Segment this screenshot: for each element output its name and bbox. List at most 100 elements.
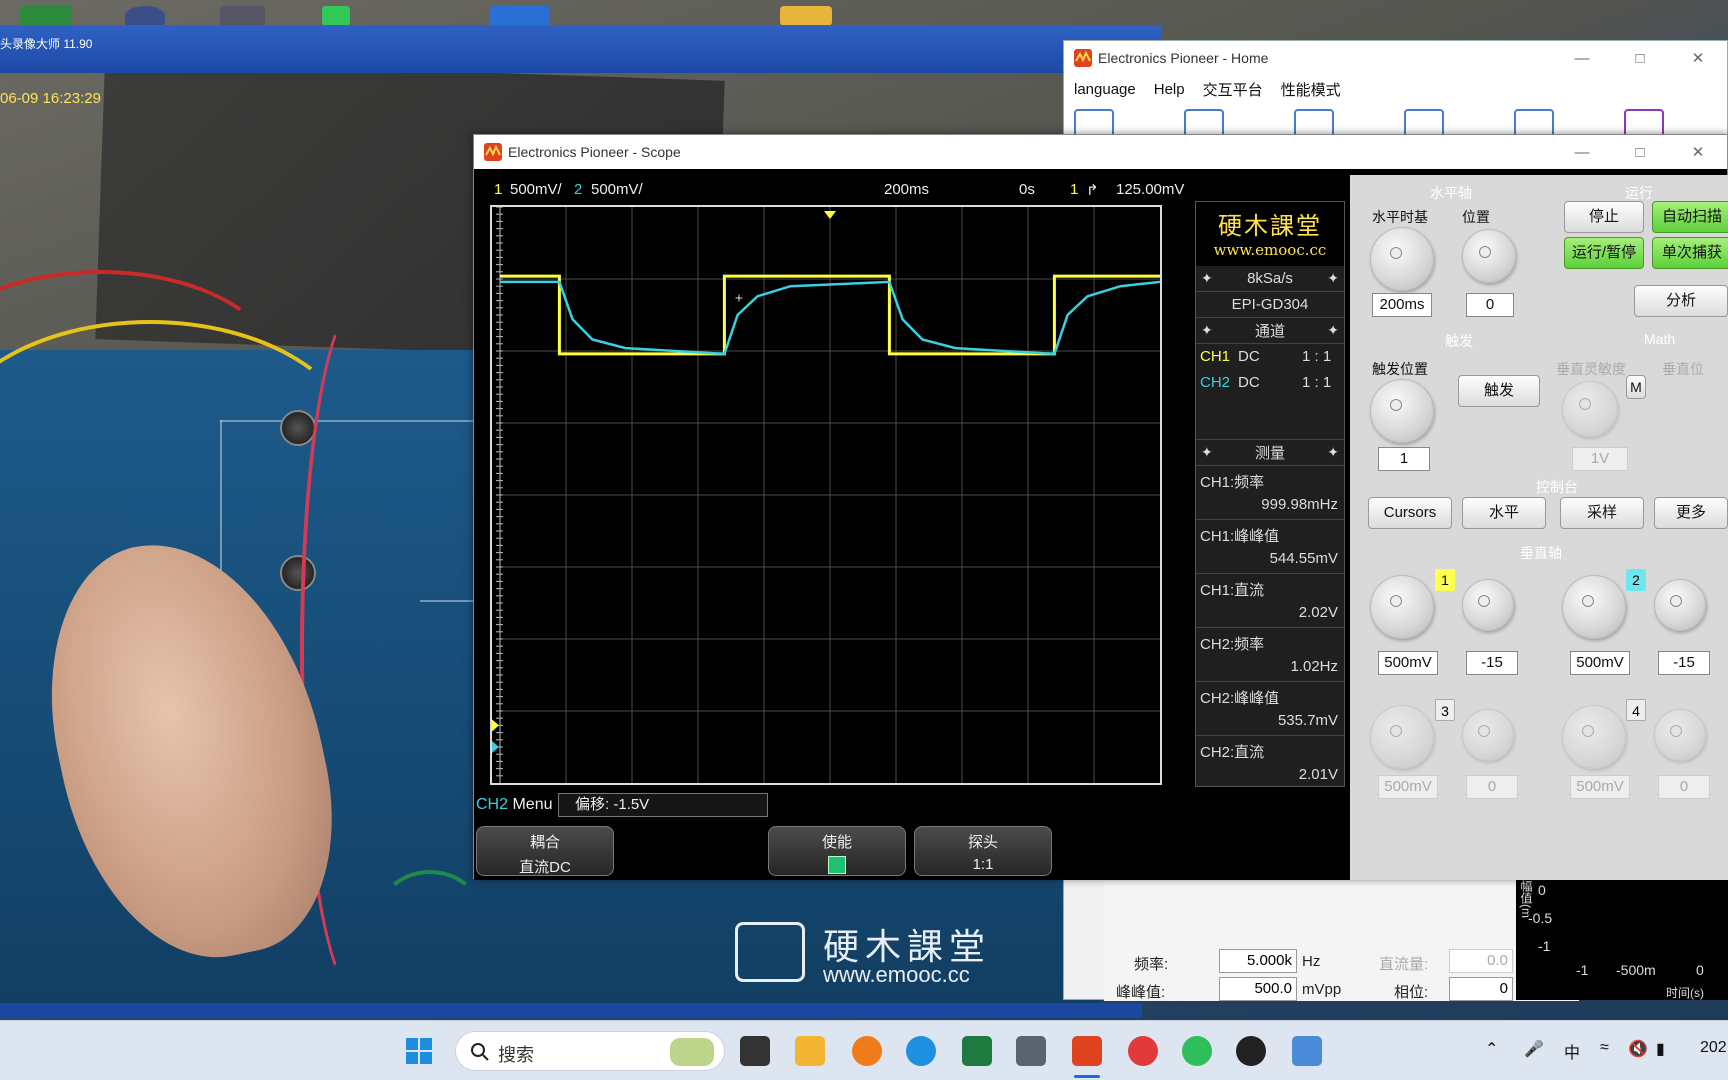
maximize-icon[interactable]: □	[1611, 41, 1669, 75]
volume-icon[interactable]: 🔇	[1628, 1039, 1648, 1059]
minimize-icon[interactable]: —	[1553, 135, 1611, 169]
position-knob[interactable]	[1462, 229, 1516, 283]
menu-performance-mode[interactable]: 性能模式	[1281, 79, 1341, 100]
ch4-scale-spinbox[interactable]: 500mV	[1570, 775, 1630, 799]
close-icon[interactable]: ✕	[1669, 41, 1727, 75]
live-app-icon[interactable]	[490, 6, 550, 26]
microphone-icon[interactable]: 🎤	[1524, 1039, 1544, 1059]
ch2-position-knob[interactable]	[1654, 579, 1706, 631]
ch3-scale-knob[interactable]	[1370, 705, 1434, 769]
minimize-icon[interactable]: —	[1553, 41, 1611, 75]
trigger-button[interactable]: 触发	[1458, 375, 1540, 407]
chevron-up-icon[interactable]: ⌃	[1485, 1039, 1498, 1059]
file-explorer-icon[interactable]	[795, 1036, 825, 1066]
electronics-pioneer-icon[interactable]	[1072, 1036, 1102, 1066]
clock[interactable]: 202	[1700, 1039, 1727, 1057]
ch1-position-spinbox[interactable]: -15	[1466, 651, 1518, 675]
stop-button[interactable]: 停止	[1564, 201, 1644, 233]
ch1-position-knob[interactable]	[1462, 579, 1514, 631]
enable-button[interactable]: 使能	[768, 826, 906, 876]
ch4-position-knob[interactable]	[1654, 709, 1706, 761]
measurement-name: CH1:峰峰值	[1200, 528, 1280, 545]
measurement-item[interactable]: CH1:峰峰值 544.55mV	[1196, 520, 1344, 574]
measure-header[interactable]: ✦ 测量 ✦	[1196, 440, 1344, 466]
channel-row-ch1[interactable]: CH1 DC 1 : 1	[1196, 344, 1344, 370]
auto-scan-button[interactable]: 自动扫描	[1652, 201, 1728, 233]
search-app-icon[interactable]	[852, 1036, 882, 1066]
ime-indicator[interactable]: 中	[1564, 1039, 1580, 1063]
freq-input[interactable]: 5.000k	[1219, 949, 1297, 973]
ch4-badge[interactable]: 4	[1626, 699, 1646, 721]
battery-icon[interactable]: ▮	[1656, 1039, 1665, 1059]
menu-interactive-platform[interactable]: 交互平台	[1203, 79, 1263, 100]
task-view-icon[interactable]	[740, 1036, 770, 1066]
measurement-item[interactable]: CH2:直流 2.01V	[1196, 736, 1344, 790]
live-app-icon[interactable]	[1292, 1036, 1322, 1066]
math-sensitivity-spinbox[interactable]: 1V	[1572, 447, 1628, 471]
coupling-button[interactable]: 耦合 直流DC	[476, 826, 614, 876]
red-app-icon[interactable]	[1128, 1036, 1158, 1066]
measurement-item[interactable]: CH1:直流 2.02V	[1196, 574, 1344, 628]
run-pause-button[interactable]: 运行/暂停	[1564, 237, 1644, 269]
windows-start-icon[interactable]	[405, 1037, 433, 1065]
desktop-app-icon[interactable]	[125, 6, 165, 26]
single-capture-button[interactable]: 单次捕获	[1652, 237, 1728, 269]
trigger-position-spinbox[interactable]: 1	[1378, 447, 1430, 471]
horizontal-button[interactable]: 水平	[1462, 497, 1546, 529]
scope-screen[interactable]: +	[490, 205, 1162, 785]
home-window-title: Electronics Pioneer - Home	[1098, 50, 1269, 66]
math-sensitivity-knob[interactable]	[1562, 381, 1618, 437]
app-tool-icon[interactable]	[1016, 1036, 1046, 1066]
trigger-position-knob[interactable]	[1370, 379, 1434, 443]
ch2-position-spinbox[interactable]: -15	[1658, 651, 1710, 675]
timebase-spinbox[interactable]: 200ms	[1372, 293, 1432, 317]
ch1-scale-spinbox[interactable]: 500mV	[1378, 651, 1438, 675]
edge-browser-icon[interactable]	[906, 1036, 936, 1066]
menu-language[interactable]: language	[1074, 81, 1136, 98]
ch3-position-spinbox[interactable]: 0	[1466, 775, 1518, 799]
vpp-input[interactable]: 500.0	[1219, 977, 1297, 1001]
analyze-button[interactable]: 分析	[1634, 285, 1728, 317]
ch1-scale-knob[interactable]	[1370, 575, 1434, 639]
excel-icon[interactable]	[962, 1036, 992, 1066]
ch2-scale-spinbox[interactable]: 500mV	[1570, 651, 1630, 675]
ch3-position-knob[interactable]	[1462, 709, 1514, 761]
ch4-scale-knob[interactable]	[1562, 705, 1626, 769]
more-button[interactable]: 更多	[1654, 497, 1728, 529]
ch1-badge[interactable]: 1	[1435, 569, 1455, 591]
sample-button[interactable]: 采样	[1560, 497, 1644, 529]
coupling-value: 直流DC	[519, 859, 571, 876]
position-spinbox[interactable]: 0	[1466, 293, 1514, 317]
phase-input[interactable]: 0	[1449, 977, 1513, 1001]
ch4-position-spinbox[interactable]: 0	[1658, 775, 1710, 799]
measurement-item[interactable]: CH1:频率 999.98mHz	[1196, 466, 1344, 520]
ch3-badge[interactable]: 3	[1435, 699, 1455, 721]
dc-input[interactable]: 0.0	[1449, 949, 1513, 973]
wifi-icon[interactable]: ≈	[1600, 1039, 1609, 1057]
probe-button[interactable]: 探头 1:1	[914, 826, 1052, 876]
ch2-scale-knob[interactable]	[1562, 575, 1626, 639]
math-m-button[interactable]: M	[1626, 375, 1646, 399]
enable-checkbox[interactable]	[828, 856, 846, 874]
measurement-item[interactable]: CH2:峰峰值 535.7mV	[1196, 682, 1344, 736]
ch1-ground-marker	[492, 719, 499, 732]
media-app-icon[interactable]	[1236, 1036, 1266, 1066]
vpp-label: 峰峰值:	[1116, 984, 1166, 1001]
channel-row-ch2[interactable]: CH2 DC 1 : 1	[1196, 370, 1344, 440]
ch2-badge[interactable]: 2	[1626, 569, 1646, 591]
folder-icon[interactable]	[780, 6, 832, 26]
ch3-scale-spinbox[interactable]: 500mV	[1378, 775, 1438, 799]
maximize-icon[interactable]: □	[1611, 135, 1669, 169]
channels-header[interactable]: ✦ 通道 ✦	[1196, 318, 1344, 344]
timebase-knob[interactable]	[1370, 227, 1434, 291]
desktop-app-icon[interactable]	[20, 6, 72, 26]
probe-value: 1:1	[972, 856, 994, 873]
measurement-item[interactable]: CH2:频率 1.02Hz	[1196, 628, 1344, 682]
desktop-app-icon[interactable]	[220, 6, 265, 26]
wechat-icon[interactable]	[1182, 1036, 1212, 1066]
sample-rate-row[interactable]: ✦ 8kSa/s ✦	[1196, 266, 1344, 292]
cursors-button[interactable]: Cursors	[1368, 497, 1452, 529]
taskbar-search-box[interactable]: 搜索	[455, 1031, 725, 1071]
menu-help[interactable]: Help	[1154, 81, 1185, 98]
close-icon[interactable]: ✕	[1669, 135, 1727, 169]
